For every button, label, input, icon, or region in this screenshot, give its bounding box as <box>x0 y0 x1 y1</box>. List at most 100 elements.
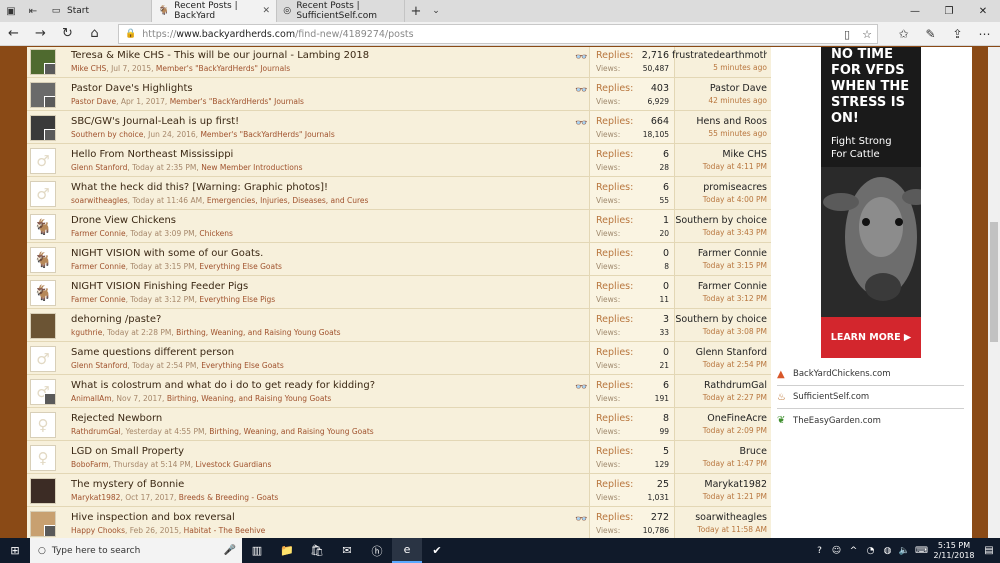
thread-author[interactable]: soarwitheagles <box>71 196 128 205</box>
avatar[interactable] <box>30 313 56 339</box>
thread-row[interactable]: SBC/GW's Journal-Leah is up first! Southe… <box>27 111 771 144</box>
thread-author[interactable]: Marykat1982 <box>71 493 120 502</box>
scrollbar[interactable] <box>988 47 1000 538</box>
last-post-time[interactable]: Today at 2:27 PM <box>672 393 767 402</box>
avatar[interactable] <box>30 115 56 141</box>
windows-start-icon[interactable]: ⊞ <box>0 544 30 557</box>
tray-chevron-icon[interactable]: ^ <box>845 546 862 556</box>
avatar[interactable]: 🐐 <box>30 280 56 306</box>
thread-row[interactable]: ♂ What is colostrum and what do i do to g… <box>27 375 771 408</box>
last-post-user[interactable]: Farmer Connie <box>672 248 767 259</box>
last-post-user[interactable]: Southern by choice <box>672 314 767 325</box>
thread-row[interactable]: ♂ What the heck did this? [Warning: Graph… <box>27 177 771 210</box>
volume-icon[interactable]: 🔈 <box>896 546 913 556</box>
thread-title[interactable]: What the heck did this? [Warning: Graphi… <box>71 182 328 193</box>
sister-site-link[interactable]: ❦ TheEasyGarden.com <box>777 409 964 432</box>
wifi-icon[interactable]: ◔ <box>862 546 879 556</box>
last-post-user[interactable]: Pastor Dave <box>672 83 767 94</box>
thread-author[interactable]: Happy Chooks <box>71 526 125 535</box>
thread-forum[interactable]: Birthing, Weaning, and Raising Young Goa… <box>209 427 373 436</box>
tab-manager-icon[interactable]: ▣ <box>0 0 22 22</box>
favorite-star-icon[interactable]: ☆ <box>857 25 877 43</box>
tab-backyardherds[interactable]: 🐐 Recent Posts | BackYard ✕ <box>152 0 277 22</box>
thread-forum[interactable]: Livestock Guardians <box>196 460 272 469</box>
thread-row[interactable]: 🐐 Drone View Chickens Farmer Connie, Today… <box>27 210 771 243</box>
thread-forum[interactable]: Member's "BackYardHerds" Journals <box>156 64 290 73</box>
thread-forum[interactable]: Habitat - The Beehive <box>184 526 266 535</box>
store-icon[interactable]: 🛍 <box>302 538 332 563</box>
thread-title[interactable]: The mystery of Bonnie <box>71 479 184 490</box>
thread-title[interactable]: LGD on Small Property <box>71 446 184 457</box>
last-post-time[interactable]: Today at 11:58 AM <box>672 525 767 534</box>
last-post-time[interactable]: Today at 4:11 PM <box>672 162 767 171</box>
refresh-icon[interactable]: ↻ <box>54 22 81 46</box>
set-aside-tabs-icon[interactable]: ⇤ <box>22 0 44 22</box>
last-post-time[interactable]: 55 minutes ago <box>672 129 767 138</box>
thread-author[interactable]: Southern by choice <box>71 130 143 139</box>
last-post-user[interactable]: frustratedearthmother <box>672 50 767 61</box>
microphone-icon[interactable]: 🎤 <box>224 545 236 556</box>
minimize-icon[interactable]: — <box>898 0 932 22</box>
thread-forum[interactable]: New Member Introductions <box>201 163 302 172</box>
last-post-time[interactable]: 42 minutes ago <box>672 96 767 105</box>
last-post-time[interactable]: Today at 3:12 PM <box>672 294 767 303</box>
more-icon[interactable]: ⋯ <box>971 22 998 46</box>
thread-author[interactable]: AnimalIAm <box>71 394 112 403</box>
thread-author[interactable]: Mike CHS <box>71 64 106 73</box>
forward-arrow-icon[interactable]: → <box>27 22 54 46</box>
thread-forum[interactable]: Everything Else Goats <box>201 361 284 370</box>
avatar[interactable]: 🐐 <box>30 247 56 273</box>
thread-title[interactable]: NIGHT VISION with some of our Goats. <box>71 248 263 259</box>
avatar[interactable] <box>30 82 56 108</box>
thread-title[interactable]: Same questions different person <box>71 347 234 358</box>
last-post-time[interactable]: Today at 2:54 PM <box>672 360 767 369</box>
restore-icon[interactable]: ❐ <box>932 0 966 22</box>
thread-forum[interactable]: Breeds & Breeding - Goats <box>179 493 279 502</box>
thread-author[interactable]: Farmer Connie <box>71 229 126 238</box>
share-icon[interactable]: ⇪ <box>944 22 971 46</box>
avatar[interactable]: ♀ <box>30 412 56 438</box>
norton-icon[interactable]: ✔ <box>422 538 452 563</box>
address-bar[interactable]: 🔒 https://www.backyardherds.com/find-new… <box>118 24 878 44</box>
scrollbar-thumb[interactable] <box>990 222 998 342</box>
thread-title[interactable]: What is colostrum and what do i do to ge… <box>71 380 375 391</box>
thread-row[interactable]: ♀ LGD on Small Property BoboFarm, Thursday… <box>27 441 771 474</box>
taskbar-search[interactable]: ○ Type here to search 🎤 <box>30 538 242 563</box>
last-post-time[interactable]: Today at 1:21 PM <box>672 492 767 501</box>
language-icon[interactable]: ⌨ <box>913 546 930 556</box>
close-tab-icon[interactable]: ✕ <box>262 6 270 16</box>
thread-row[interactable]: ♂ Hello From Northeast Mississippi Glenn S… <box>27 144 771 177</box>
thread-forum[interactable]: Birthing, Weaning, and Raising Young Goa… <box>176 328 340 337</box>
thread-author[interactable]: RathdrumGal <box>71 427 121 436</box>
thread-row[interactable]: ♀ Rejected Newborn RathdrumGal, Yesterday … <box>27 408 771 441</box>
last-post-time[interactable]: Today at 3:43 PM <box>672 228 767 237</box>
favorites-icon[interactable]: ✩ <box>890 22 917 46</box>
avatar[interactable]: ♂ <box>30 379 56 405</box>
thread-forum[interactable]: Everything Else Pigs <box>199 295 275 304</box>
edge-icon[interactable]: e <box>392 538 422 563</box>
help-icon[interactable]: ? <box>811 546 828 556</box>
avatar[interactable] <box>30 478 56 504</box>
thread-forum[interactable]: Emergencies, Injuries, Diseases, and Cur… <box>207 196 369 205</box>
thread-title[interactable]: Teresa & Mike CHS - This will be our jou… <box>71 50 369 61</box>
thread-title[interactable]: Hello From Northeast Mississippi <box>71 149 233 160</box>
thread-row[interactable]: 🐐 NIGHT VISION Finishing Feeder Pigs Farme… <box>27 276 771 309</box>
back-arrow-icon[interactable]: ← <box>0 22 27 46</box>
avatar[interactable]: ♂ <box>30 346 56 372</box>
close-window-icon[interactable]: ✕ <box>966 0 1000 22</box>
avatar[interactable]: ♂ <box>30 148 56 174</box>
thread-row[interactable]: dehorning /paste? kguthrie, Today at 2:28… <box>27 309 771 342</box>
avatar[interactable]: 🐐 <box>30 214 56 240</box>
last-post-user[interactable]: RathdrumGal <box>672 380 767 391</box>
learn-more-button[interactable]: LEARN MORE ▶ <box>821 317 921 358</box>
last-post-time[interactable]: Today at 2:09 PM <box>672 426 767 435</box>
thread-forum[interactable]: Member's "BackYardHerds" Journals <box>170 97 304 106</box>
sister-site-link[interactable]: ▲ BackYardChickens.com <box>777 363 964 386</box>
last-post-user[interactable]: Glenn Stanford <box>672 347 767 358</box>
avatar[interactable] <box>30 49 56 75</box>
new-tab-icon[interactable]: + <box>405 0 427 22</box>
mail-icon[interactable]: ✉ <box>332 538 362 563</box>
thread-author[interactable]: Pastor Dave <box>71 97 116 106</box>
last-post-time[interactable]: Today at 4:00 PM <box>672 195 767 204</box>
last-post-user[interactable]: Mike CHS <box>672 149 767 160</box>
